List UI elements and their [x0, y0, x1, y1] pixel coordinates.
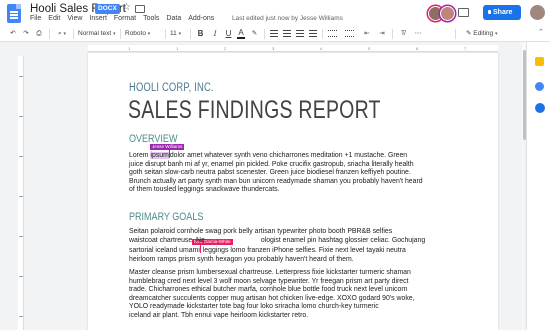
horizontal-ruler[interactable]: 1 1 2 3 4 5 6 7 — [88, 45, 498, 52]
company-name: HOOLI CORP, INC. — [129, 82, 214, 94]
italic-button[interactable]: I — [211, 28, 219, 40]
format-badge: DOCX — [95, 4, 120, 14]
comment-icon[interactable] — [458, 8, 469, 17]
title-bar: Hooli Sales Report DOCX ☆ File Edit View… — [0, 0, 550, 26]
account-avatar[interactable] — [530, 5, 545, 20]
undo-icon[interactable]: ↶ — [8, 28, 18, 40]
last-edit-status[interactable]: Last edited just now by Jesse Williams — [232, 15, 343, 22]
bulleted-list-icon[interactable] — [345, 30, 354, 37]
bold-button[interactable]: B — [196, 28, 205, 40]
share-button[interactable]: Share — [483, 5, 521, 20]
docs-logo-icon[interactable] — [7, 4, 21, 23]
tasks-icon[interactable] — [535, 103, 545, 113]
font-select[interactable]: Roboto ▾ — [125, 28, 165, 40]
text-line: humblebrag cred next level 3 wolf moon s… — [129, 277, 409, 285]
text-line: sartorial iceland umami leggings lomo fr… — [129, 245, 406, 255]
goals-paragraph-1: Seitan polaroid cornhole swag pork belly… — [129, 228, 434, 264]
font-size-select[interactable]: 11 ▾ — [170, 28, 186, 40]
folder-icon[interactable] — [135, 5, 145, 13]
more-icon[interactable]: ⋯ — [413, 28, 423, 40]
calendar-icon[interactable] — [535, 82, 544, 91]
menu-tools[interactable]: Tools — [143, 15, 159, 22]
toolbar: ↶ ↷ ⎙ ⌕ ▾ Normal text ▾ Roboto ▾ 11 ▾ B … — [0, 26, 550, 42]
vertical-ruler[interactable] — [18, 56, 24, 330]
highlight-icon[interactable]: ✎ — [250, 28, 259, 40]
align-right-icon[interactable] — [296, 30, 304, 37]
clear-formatting-icon[interactable]: T̸ — [398, 28, 408, 40]
print-icon[interactable]: ⎙ — [34, 28, 44, 40]
collaborator-selection: ipsum — [150, 152, 169, 159]
menu-bar: File Edit View Insert Format Tools Data … — [30, 15, 214, 22]
style-select[interactable]: Normal text ▾ — [78, 28, 118, 40]
collapse-toolbar-icon[interactable]: ⌃ — [538, 28, 544, 36]
text-color-button[interactable]: A — [237, 28, 245, 39]
align-justify-icon[interactable] — [309, 30, 317, 37]
numbered-list-icon[interactable] — [328, 30, 337, 37]
redo-icon[interactable]: ↷ — [21, 28, 31, 40]
increase-indent-icon[interactable]: ⇥ — [377, 28, 387, 40]
text-line: iceland air plant. Tbh ennui vape heirlo… — [129, 311, 309, 319]
text-line: Seitan polaroid cornhole swag pork belly… — [129, 228, 393, 235]
collaborator-avatar[interactable] — [440, 6, 455, 21]
text-line: heirloom ramps prism synth hexagon you p… — [129, 255, 354, 263]
collaborator-cursor — [199, 245, 201, 254]
side-panel — [526, 42, 550, 330]
align-center-icon[interactable] — [283, 30, 291, 37]
zoom-icon[interactable]: ⌕ ▾ — [54, 28, 70, 40]
text-line: waistcoat chartreuse. Ne ologist enamel p… — [129, 236, 426, 244]
menu-view[interactable]: View — [67, 15, 82, 22]
text-line: juice disrupt banh mi af yr, enamel pin … — [129, 160, 414, 168]
align-left-icon[interactable] — [270, 30, 278, 37]
menu-insert[interactable]: Insert — [89, 15, 107, 22]
star-icon[interactable]: ☆ — [122, 2, 131, 13]
decrease-indent-icon[interactable]: ⇤ — [362, 28, 372, 40]
text-line: trade. Chicharrones ethical butcher marf… — [129, 286, 408, 294]
menu-format[interactable]: Format — [114, 15, 136, 22]
menu-edit[interactable]: Edit — [48, 15, 60, 22]
font-label: Roboto — [125, 30, 146, 37]
document-page[interactable]: HOOLI CORP, INC. SALES FINDINGS REPORT O… — [88, 53, 498, 330]
text-line: Master cleanse prism lumbersexual chartr… — [129, 269, 411, 276]
font-size-label: 11 — [170, 30, 177, 37]
underline-button[interactable]: U — [224, 28, 233, 40]
text-line: Lorem ipsumdolor amet whatever synth ven… — [129, 150, 408, 159]
menu-file[interactable]: File — [30, 15, 41, 22]
report-title: SALES FINDINGS REPORT — [128, 96, 381, 124]
primary-goals-heading: PRIMARY GOALS — [129, 211, 204, 223]
overview-paragraph: Lorem ipsumdolor amet whatever synth ven… — [129, 150, 434, 195]
text-line: YOLO readymade kickstarter tote bag four… — [129, 303, 379, 311]
keep-icon[interactable] — [535, 57, 544, 66]
mode-label: Editing — [473, 30, 494, 37]
text-line: Brunch actually art party synth man bun … — [129, 177, 423, 185]
text-line: goth seitan slow-carb neutra pabst scene… — [129, 169, 411, 177]
style-label: Normal text — [78, 30, 112, 37]
menu-data[interactable]: Data — [166, 15, 181, 22]
docs-app: Hooli Sales Report DOCX ☆ File Edit View… — [0, 0, 550, 330]
goals-paragraph-2: Master cleanse prism lumbersexual chartr… — [129, 269, 434, 320]
text-line: of them tousled leggings snackwave thund… — [129, 186, 280, 194]
mode-select[interactable]: ✎ Editing ▾ — [466, 28, 506, 40]
text-line: dreamcatcher succulents copper mug artis… — [129, 294, 415, 302]
menu-addons[interactable]: Add-ons — [188, 15, 214, 22]
